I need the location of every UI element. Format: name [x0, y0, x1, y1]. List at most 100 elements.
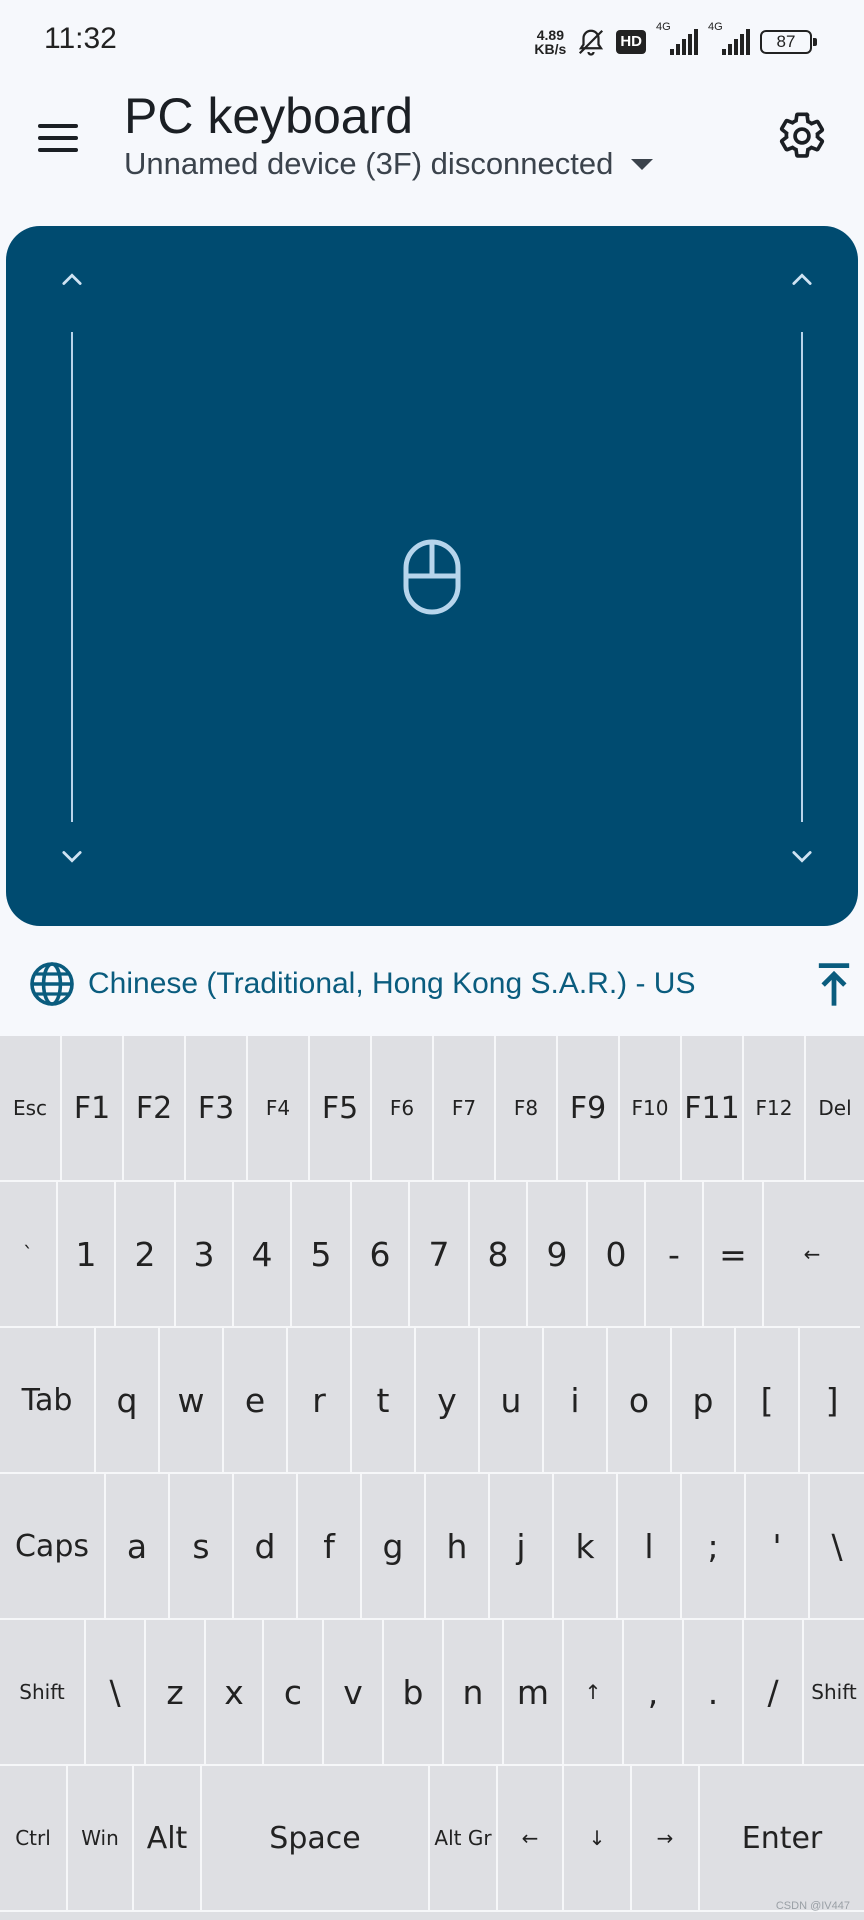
key-win[interactable]: Win: [68, 1766, 134, 1912]
key-down-arrow[interactable]: ↓: [564, 1766, 632, 1912]
keyboard-row-bottom: Shift \ z x c v b n m ↑,. / Shift: [0, 1620, 864, 1766]
key-6[interactable]: 6: [352, 1182, 410, 1328]
key-l[interactable]: l: [618, 1474, 682, 1620]
key-8[interactable]: 8: [470, 1182, 528, 1328]
key-0[interactable]: 0: [588, 1182, 646, 1328]
key-f3[interactable]: F3: [186, 1036, 248, 1182]
key-backslash[interactable]: \: [810, 1474, 864, 1620]
key-f6[interactable]: F6: [372, 1036, 434, 1182]
scroll-up-icon[interactable]: [58, 266, 86, 294]
key-enter[interactable]: Enter: [700, 1766, 864, 1912]
menu-icon-line: [38, 124, 78, 128]
key-c[interactable]: c: [264, 1620, 324, 1766]
key-p[interactable]: p: [672, 1328, 736, 1474]
key-h[interactable]: h: [426, 1474, 490, 1620]
key-equals[interactable]: =: [704, 1182, 764, 1328]
key-x[interactable]: x: [206, 1620, 264, 1766]
key-minus[interactable]: -: [646, 1182, 704, 1328]
key-comma[interactable]: ,: [624, 1620, 684, 1766]
key-9[interactable]: 9: [528, 1182, 588, 1328]
key-g[interactable]: g: [362, 1474, 426, 1620]
key-7[interactable]: 7: [410, 1182, 470, 1328]
key-tab[interactable]: Tab: [0, 1328, 96, 1474]
signal-1-icon: 4G: [656, 21, 698, 55]
key-t[interactable]: t: [352, 1328, 416, 1474]
scroll-bar-right[interactable]: [782, 266, 822, 876]
key-f2[interactable]: F2: [124, 1036, 186, 1182]
key-f10[interactable]: F10: [620, 1036, 682, 1182]
key-f11[interactable]: F11: [682, 1036, 744, 1182]
key-f7[interactable]: F7: [434, 1036, 496, 1182]
key-apostrophe[interactable]: ': [746, 1474, 810, 1620]
key-esc[interactable]: Esc: [0, 1036, 62, 1182]
key-n[interactable]: n: [444, 1620, 504, 1766]
key-backspace[interactable]: ←: [764, 1182, 860, 1328]
key-d[interactable]: d: [234, 1474, 298, 1620]
key-b[interactable]: b: [384, 1620, 444, 1766]
menu-button[interactable]: [38, 114, 86, 162]
key-4[interactable]: 4: [234, 1182, 292, 1328]
key-5[interactable]: 5: [292, 1182, 352, 1328]
scroll-down-icon[interactable]: [58, 842, 86, 870]
key-r[interactable]: r: [288, 1328, 352, 1474]
key-f5[interactable]: F5: [310, 1036, 372, 1182]
keyboard-language-label[interactable]: Chinese (Traditional, Hong Kong S.A.R.) …: [88, 964, 696, 1004]
key-f1[interactable]: F1: [62, 1036, 124, 1182]
scroll-down-icon[interactable]: [788, 842, 816, 870]
key-shift[interactable]: Shift: [0, 1620, 86, 1766]
key-f12[interactable]: F12: [744, 1036, 806, 1182]
key-up-arrow[interactable]: ↑: [564, 1620, 624, 1766]
touchpad[interactable]: [6, 226, 858, 926]
scroll-bar-left[interactable]: [52, 266, 92, 876]
key-alt-gr[interactable]: Alt Gr: [430, 1766, 498, 1912]
key-y[interactable]: y: [416, 1328, 480, 1474]
key-m[interactable]: m: [504, 1620, 564, 1766]
key-space[interactable]: Space: [202, 1766, 430, 1912]
key-semicolon[interactable]: ;: [682, 1474, 746, 1620]
key-o[interactable]: o: [608, 1328, 672, 1474]
key-2[interactable]: 2: [116, 1182, 176, 1328]
key-slash[interactable]: /: [744, 1620, 804, 1766]
key-f[interactable]: f: [298, 1474, 362, 1620]
device-selector[interactable]: Unnamed device (3F) disconnected: [124, 142, 654, 186]
scroll-track[interactable]: [801, 332, 803, 822]
key-backtick[interactable]: `: [0, 1182, 58, 1328]
key-left-arrow[interactable]: ←: [498, 1766, 564, 1912]
key-backslash[interactable]: \: [86, 1620, 146, 1766]
key-shift[interactable]: Shift: [804, 1620, 864, 1766]
key-close-bracket[interactable]: ]: [800, 1328, 864, 1474]
network-speed: 4.89 KB/s: [534, 28, 566, 56]
key-3[interactable]: 3: [176, 1182, 234, 1328]
globe-icon[interactable]: [28, 960, 76, 1008]
key-s[interactable]: s: [170, 1474, 234, 1620]
key-v[interactable]: v: [324, 1620, 384, 1766]
key-f4[interactable]: F4: [248, 1036, 310, 1182]
key-w[interactable]: w: [160, 1328, 224, 1474]
pc-keyboard: Esc F1 F2 F3 F4 F5 F6 F7 F8 F9 F10 F11 F12 Del ` 1 2 3 4 5…: [0, 1036, 864, 1920]
scroll-track[interactable]: [71, 332, 73, 822]
key-f9[interactable]: F9: [558, 1036, 620, 1182]
settings-gear-icon[interactable]: [776, 110, 828, 162]
collapse-keyboard-icon[interactable]: [808, 958, 860, 1010]
keyboard-row-home: Caps a s d f g h j k l; ' \: [0, 1474, 864, 1620]
key-open-bracket[interactable]: [: [736, 1328, 800, 1474]
key-ctrl[interactable]: Ctrl: [0, 1766, 68, 1912]
key-alt[interactable]: Alt: [134, 1766, 202, 1912]
key-q[interactable]: q: [96, 1328, 160, 1474]
key-k[interactable]: k: [554, 1474, 618, 1620]
key-u[interactable]: u: [480, 1328, 544, 1474]
scroll-up-icon[interactable]: [788, 266, 816, 294]
key-a[interactable]: a: [106, 1474, 170, 1620]
key-period[interactable]: .: [684, 1620, 744, 1766]
key-caps[interactable]: Caps: [0, 1474, 106, 1620]
key-i[interactable]: i: [544, 1328, 608, 1474]
key-f8[interactable]: F8: [496, 1036, 558, 1182]
key-1[interactable]: 1: [58, 1182, 116, 1328]
key-z[interactable]: z: [146, 1620, 206, 1766]
signal-2-label: 4G: [708, 21, 723, 33]
key-e[interactable]: e: [224, 1328, 288, 1474]
key-j[interactable]: j: [490, 1474, 554, 1620]
key-del[interactable]: Del: [806, 1036, 864, 1182]
key-right-arrow[interactable]: →: [632, 1766, 700, 1912]
hd-voice-icon: HD: [616, 30, 646, 54]
